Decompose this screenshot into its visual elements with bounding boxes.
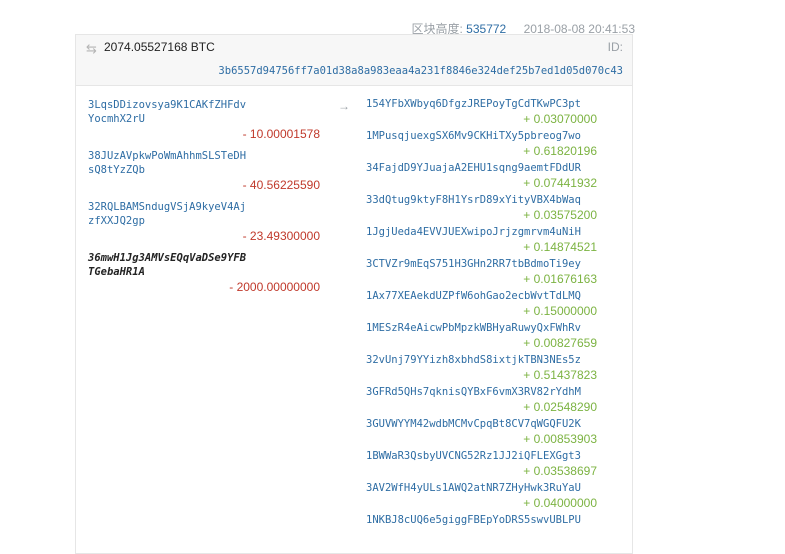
output-amount: + 0.04000000 [523, 496, 597, 510]
output-address-link[interactable]: 3AV2WfH4yULs1AWQ2atNR7ZHyHwk3RuYaU [366, 481, 597, 495]
output-address-link[interactable]: 3GUVWYYM42wdbMCMvCpqBt8CV7qWGQFU2K [366, 417, 597, 431]
input-amount: - 23.49300000 [242, 229, 320, 243]
input-address-current: 36mwH1Jg3AMVsEQqVaDSe9YFBTGebaHR1A [88, 252, 247, 278]
output-item: 1BWWaR3QsbyUVCNG52Rz1JJ2iQFLEXGgt3 + 0.0… [366, 449, 597, 479]
output-amount: + 0.03538697 [523, 464, 597, 478]
inputs-list: 3LqsDDizovsya9K1CAKfZHFdvYocmhX2rU - 10.… [88, 98, 320, 302]
output-item: 1MPusqjuexgSX6Mv9CKHiTXy5pbreog7wo + 0.6… [366, 129, 597, 159]
output-item: 1MESzR4eAicwPbMpzkWBHyaRuwyQxFWhRv + 0.0… [366, 321, 597, 351]
output-address-link[interactable]: 32vUnj79YYizh8xbhdS8ixtjkTBN3NEs5z [366, 353, 597, 367]
output-amount: + 0.03575200 [523, 208, 597, 222]
output-item: 3AV2WfH4yULs1AWQ2atNR7ZHyHwk3RuYaU + 0.0… [366, 481, 597, 511]
outputs-list: 154YFbXWbyq6DfgzJREPoyTgCdTKwPC3pt + 0.0… [366, 97, 597, 529]
output-item: 1Ax77XEAekdUZPfW6ohGao2ecbWvtTdLMQ + 0.1… [366, 289, 597, 319]
input-item: 3LqsDDizovsya9K1CAKfZHFdvYocmhX2rU - 10.… [88, 98, 320, 142]
input-address-link[interactable]: 3LqsDDizovsya9K1CAKfZHFdvYocmhX2rU [88, 98, 248, 126]
output-amount: + 0.00853903 [523, 432, 597, 446]
output-item: 3CTVZr9mEqS751H3GHn2RR7tbBdmoTi9ey + 0.0… [366, 257, 597, 287]
output-address-link[interactable]: 1MESzR4eAicwPbMpzkWBHyaRuwyQxFWhRv [366, 321, 597, 335]
right-arrow-icon: → [338, 99, 350, 113]
output-item: 32vUnj79YYizh8xbhdS8ixtjkTBN3NEs5z + 0.5… [366, 353, 597, 383]
output-address-link[interactable]: 1MPusqjuexgSX6Mv9CKHiTXy5pbreog7wo [366, 129, 597, 143]
output-amount: + 0.02548290 [523, 400, 597, 414]
output-amount: + 0.00827659 [523, 336, 597, 350]
output-item: 154YFbXWbyq6DfgzJREPoyTgCdTKwPC3pt + 0.0… [366, 97, 597, 127]
output-address-link[interactable]: 1NKBJ8cUQ6e5giggFBEpYoDRS5swvUBLPU [366, 513, 597, 527]
output-item: 1NKBJ8cUQ6e5giggFBEpYoDRS5swvUBLPU [366, 513, 597, 527]
output-amount: + 0.01676163 [523, 272, 597, 286]
output-address-link[interactable]: 1Ax77XEAekdUZPfW6ohGao2ecbWvtTdLMQ [366, 289, 597, 303]
swap-arrows-icon: ⇆ [86, 41, 97, 56]
output-address-link[interactable]: 3CTVZr9mEqS751H3GHn2RR7tbBdmoTi9ey [366, 257, 597, 271]
input-address-link[interactable]: 32RQLBAMSndugVSjA9kyeV4AjzfXXJQ2gp [88, 200, 248, 228]
input-item: 32RQLBAMSndugVSjA9kyeV4AjzfXXJQ2gp - 23.… [88, 200, 320, 244]
output-address-link[interactable]: 34FajdD9YJuajaA2EHU1sqng9aemtFDdUR [366, 161, 597, 175]
output-amount: + 0.07441932 [523, 176, 597, 190]
output-item: 34FajdD9YJuajaA2EHU1sqng9aemtFDdUR + 0.0… [366, 161, 597, 191]
output-amount: + 0.51437823 [523, 368, 597, 382]
output-amount: + 0.03070000 [523, 112, 597, 126]
output-item: 3GUVWYYM42wdbMCMvCpqBt8CV7qWGQFU2K + 0.0… [366, 417, 597, 447]
output-item: 33dQtug9ktyF8H1YsrD89xYityVBX4bWaq + 0.0… [366, 193, 597, 223]
input-address-link[interactable]: 38JUzAVpkwPoWmAhhmSLSTeDHsQ8tYzZQb [88, 149, 248, 177]
output-amount: + 0.61820196 [523, 144, 597, 158]
output-item: 1JgjUeda4EVVJUEXwipoJrjzgmrvm4uNiH + 0.1… [366, 225, 597, 255]
output-amount: + 0.14874521 [523, 240, 597, 254]
output-amount: + 0.15000000 [523, 304, 597, 318]
input-amount: - 40.56225590 [242, 178, 320, 192]
output-address-link[interactable]: 3GFRd5QHs7qknisQYBxF6vmX3RV82rYdhM [366, 385, 597, 399]
transaction-amount: 2074.05527168 BTC [104, 40, 215, 54]
transaction-id-link[interactable]: 3b6557d94756ff7a01d38a8a983eaa4a231f8846… [218, 65, 623, 77]
output-address-link[interactable]: 1JgjUeda4EVVJUEXwipoJrjzgmrvm4uNiH [366, 225, 597, 239]
input-item: 36mwH1Jg3AMVsEQqVaDSe9YFBTGebaHR1A - 200… [88, 251, 320, 295]
output-address-link[interactable]: 33dQtug9ktyF8H1YsrD89xYityVBX4bWaq [366, 193, 597, 207]
input-item: 38JUzAVpkwPoWmAhhmSLSTeDHsQ8tYzZQb - 40.… [88, 149, 320, 193]
transaction-card: ⇆ 2074.05527168 BTC ID: 3b6557d94756ff7a… [75, 34, 633, 554]
output-address-link[interactable]: 1BWWaR3QsbyUVCNG52Rz1JJ2iQFLEXGgt3 [366, 449, 597, 463]
input-amount: - 10.00001578 [242, 127, 320, 141]
output-item: 3GFRd5QHs7qknisQYBxF6vmX3RV82rYdhM + 0.0… [366, 385, 597, 415]
id-label: ID: [607, 40, 623, 54]
output-address-link[interactable]: 154YFbXWbyq6DfgzJREPoyTgCdTKwPC3pt [366, 97, 597, 111]
transaction-header: ⇆ 2074.05527168 BTC ID: 3b6557d94756ff7a… [76, 35, 632, 86]
input-amount: - 2000.00000000 [229, 280, 320, 294]
